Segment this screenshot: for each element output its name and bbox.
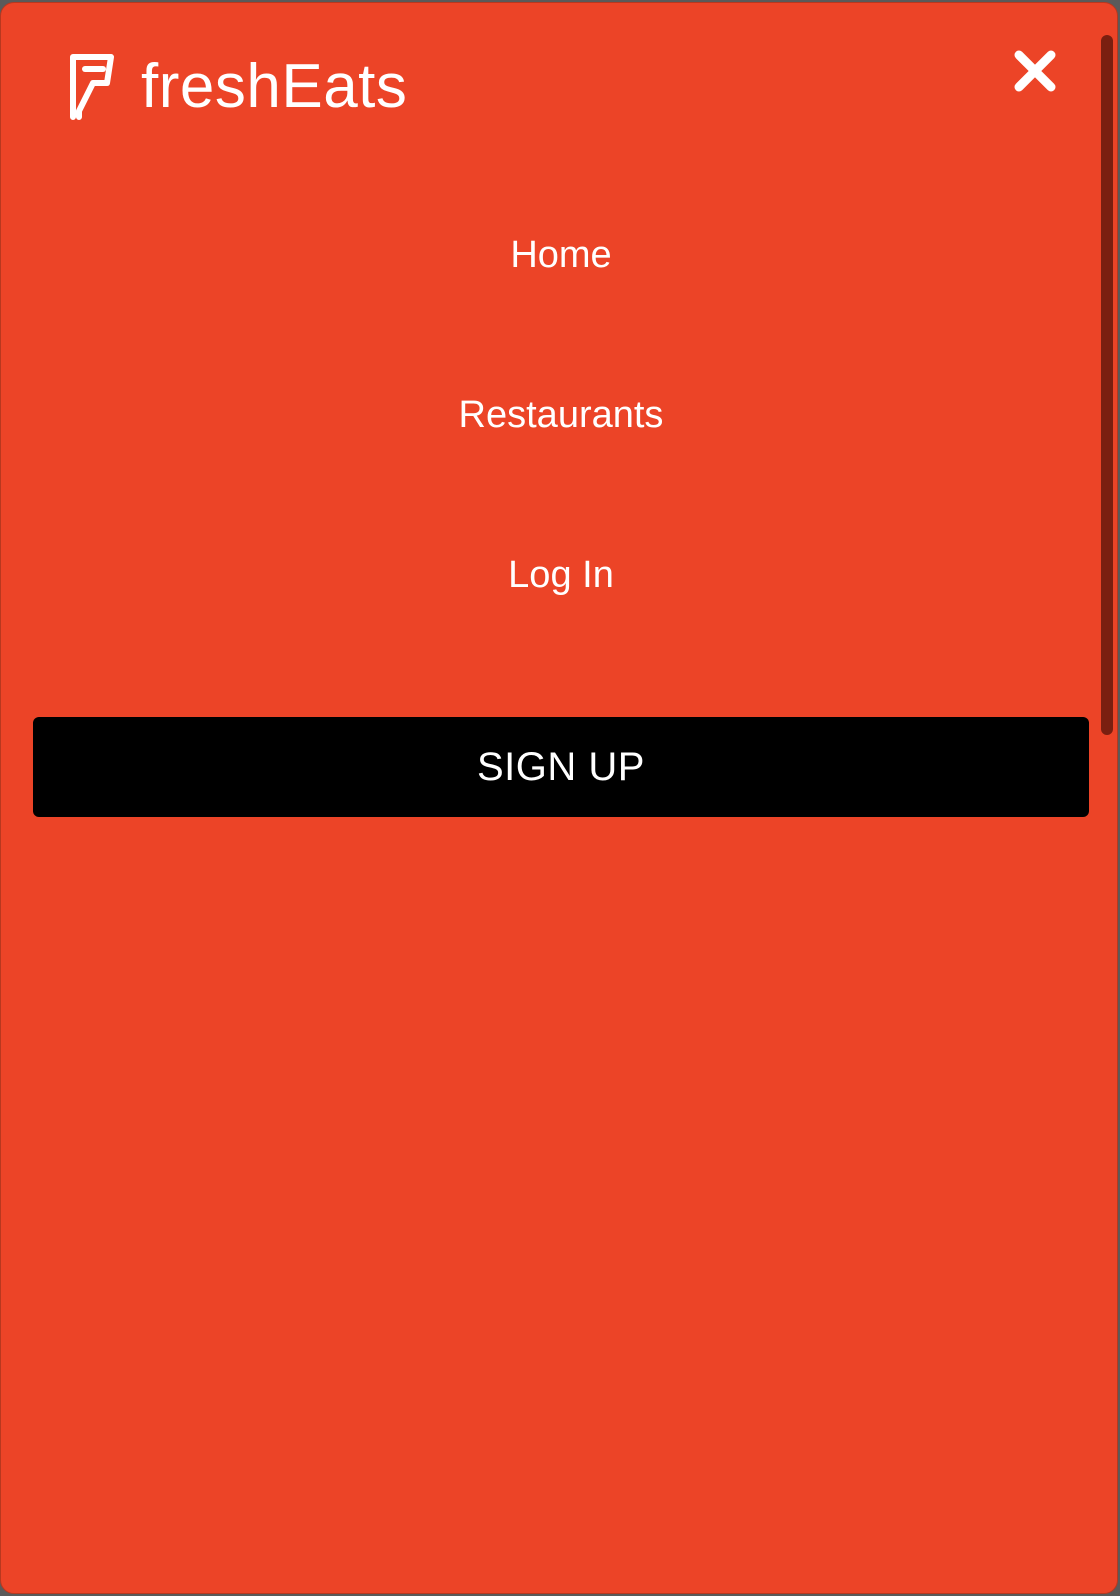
nav-item-home[interactable]: Home: [1, 223, 1117, 287]
brand-name: freshEats: [141, 52, 408, 121]
nav-item-restaurants[interactable]: Restaurants: [1, 383, 1117, 447]
scrollbar-thumb[interactable]: [1101, 35, 1113, 735]
nav-item-log-in[interactable]: Log In: [1, 543, 1117, 607]
brand-logo[interactable]: freshEats: [67, 51, 407, 123]
close-icon: [1014, 50, 1056, 92]
scrollbar[interactable]: [1101, 31, 1113, 1591]
foursquare-f-icon: [70, 54, 114, 120]
menu-header: freshEats: [1, 3, 1117, 163]
mobile-menu-window: freshEats Home Restaurants Log In SIGN U…: [0, 2, 1118, 1594]
main-navigation: Home Restaurants Log In: [1, 223, 1117, 703]
sign-up-button[interactable]: SIGN UP: [33, 717, 1089, 817]
close-menu-button[interactable]: [1011, 47, 1061, 97]
